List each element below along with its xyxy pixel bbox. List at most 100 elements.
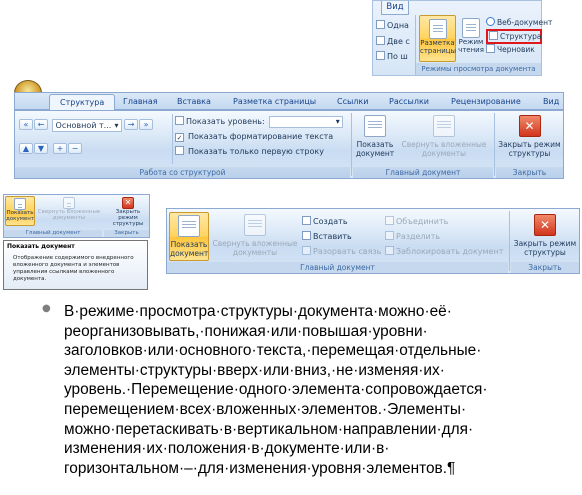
reading-button[interactable]: Режим чтения: [457, 15, 485, 62]
lock-document-button[interactable]: Заблокировать документ: [385, 244, 505, 259]
close-outline-button[interactable]: ✕ Закрыть режим структуры: [498, 115, 561, 158]
promote-to-heading-icon[interactable]: «: [19, 119, 33, 130]
zoom-item-one[interactable]: Одна: [376, 20, 416, 31]
paragraph-line: можно·перетаскивать·в·вертикальном·напра…: [64, 420, 474, 438]
tab-home[interactable]: Главная: [123, 97, 158, 106]
structure-button[interactable]: Структура: [486, 29, 542, 44]
divider: [172, 114, 173, 164]
structure-label: Структура: [500, 32, 542, 41]
tab-page-layout[interactable]: Разметка страницы: [233, 97, 316, 106]
split-button[interactable]: Разделить: [385, 229, 505, 244]
split-icon: [385, 231, 394, 240]
unlink-icon: [302, 246, 311, 255]
display-options: Показать уровень: ▾ ✓ Показать форматирова…: [175, 115, 347, 159]
merge-label: Объединить: [396, 217, 449, 226]
draft-label: Черновик: [497, 45, 535, 54]
move-up-icon[interactable]: ▲: [19, 143, 33, 154]
demote-to-body-icon[interactable]: »: [139, 119, 154, 130]
collapse-subdocuments-icon: [433, 115, 455, 137]
paragraph-line: горизонтальном·–·для·изменения·уровня·эл…: [64, 459, 456, 477]
split-label: Разделить: [396, 232, 441, 241]
insert-button[interactable]: Вставить: [302, 229, 384, 244]
outline-icon: [489, 31, 498, 40]
mini-show-document-button[interactable]: Показать документ: [5, 196, 35, 226]
collapse-subdocuments-button[interactable]: Свернуть вложенные документы: [397, 115, 491, 158]
show-level-icon: [175, 116, 184, 125]
level-value: Основной т...: [55, 121, 112, 130]
mini-ribbon: Показать документ Свернуть вложенные док…: [3, 194, 150, 238]
outline-tools-group-label: Работа со структурой: [15, 167, 350, 178]
tooltip: Показать документ Отображение содержимог…: [3, 240, 148, 290]
paragraph-line: уровень.·Перемещение·одного·элемента·соп…: [64, 381, 488, 399]
collapse-subdocuments-label: Свернуть вложенные документы: [401, 140, 487, 158]
globe-icon: [486, 17, 495, 26]
close-icon: ✕: [534, 214, 556, 236]
tab-view[interactable]: Вид: [543, 97, 559, 106]
close-outline-label: Закрыть режим структуры: [498, 140, 561, 158]
close-icon: ✕: [518, 115, 541, 137]
unlink-button[interactable]: Разорвать связь: [302, 244, 384, 259]
mini-close-button[interactable]: ✕ Закрыть режим структуры: [106, 196, 150, 227]
merge-button[interactable]: Объединить: [385, 214, 505, 229]
collapse-subdocuments-label: Свернуть вложенные документы: [212, 239, 298, 257]
zoom-item-two[interactable]: Две с: [376, 36, 416, 47]
show-document-label: Показать документ: [355, 140, 395, 158]
tab-insert[interactable]: Вставка: [177, 97, 211, 106]
promote-icon[interactable]: ←: [34, 119, 48, 130]
show-document-button[interactable]: Показать документ: [169, 212, 209, 261]
tab-references[interactable]: Ссылки: [337, 97, 368, 106]
chevron-down-icon: ▾: [335, 116, 340, 126]
outline-tools-group: «← Основной т... ▾ →» ▲ ▼ + − Показать урове…: [15, 111, 350, 178]
web-document-button[interactable]: Веб-документ: [486, 17, 552, 28]
demote-icon[interactable]: →: [124, 119, 139, 130]
master-document-group: Показать документ Свернуть вложенные док…: [353, 111, 493, 178]
paragraph-line: В·режиме·просмотра·структуры·документа·м…: [64, 303, 452, 320]
web-document-label: Веб-документ: [497, 18, 553, 27]
collapse-icon[interactable]: −: [68, 143, 82, 154]
mini-collapse-button[interactable]: Свернуть вложенные документы: [36, 196, 102, 221]
create-label: Создать: [313, 217, 348, 226]
paragraph-line: элементы·структуры·вверх·или·вниз,·не·из…: [64, 361, 445, 379]
show-level-dropdown[interactable]: ▾: [268, 115, 343, 128]
page-width-icon: [376, 51, 385, 60]
subdoc-commands-left: Создать Вставить Разорвать связь: [302, 214, 384, 259]
master-document-group-label: Главный документ: [353, 167, 493, 178]
chevron-down-icon: ▾: [114, 121, 119, 130]
view-modes-group-label: Режимы просмотра документа: [416, 63, 541, 75]
tab-review[interactable]: Рецензирование: [451, 97, 521, 106]
tab-view[interactable]: Вид: [381, 1, 409, 15]
show-document-icon: [364, 115, 386, 137]
tooltip-text: Отображение содержимого внедренного влож…: [13, 255, 134, 282]
move-down-icon[interactable]: ▼: [34, 143, 48, 154]
page-layout-button[interactable]: Разметка страницы: [419, 15, 456, 62]
show-level-label: Показать уровень:: [186, 117, 265, 126]
zoom-item-label: Одна: [387, 21, 409, 30]
close-group: ✕ Закрыть режим структуры Закрыть: [496, 111, 563, 178]
create-button[interactable]: Создать: [302, 214, 384, 229]
collapse-subdocuments-button[interactable]: Свернуть вложенные документы: [211, 212, 299, 257]
tab-mailings[interactable]: Рассылки: [389, 97, 429, 106]
outline-ribbon: Структура Главная Вставка Разметка стран…: [14, 92, 564, 179]
first-line-option[interactable]: Показать только первую строку: [175, 145, 347, 159]
tab-structure[interactable]: Структура: [49, 94, 116, 111]
zoom-item-width[interactable]: По ш: [376, 51, 416, 62]
page-layout-icon: [428, 19, 447, 39]
close-group-label: Закрыть: [496, 167, 563, 178]
show-format-option[interactable]: ✓ Показать форматирование текста: [175, 129, 347, 145]
draft-button[interactable]: Черновик: [486, 44, 542, 55]
insert-label: Вставить: [313, 232, 352, 241]
collapse-subdocuments-icon: [244, 214, 266, 236]
collapse-subdocuments-icon: [63, 197, 75, 212]
show-document-button[interactable]: Показать документ: [355, 115, 395, 158]
checkbox-checked-icon[interactable]: ✓: [175, 133, 184, 142]
master-document-group-label: Главный документ: [167, 262, 508, 273]
level-dropdown[interactable]: Основной т... ▾: [51, 119, 122, 132]
close-outline-button[interactable]: ✕ Закрыть режим структуры: [512, 212, 578, 257]
show-format-label: Показать форматирование текста: [188, 132, 334, 141]
body-paragraph: В·режиме·просмотра·структуры·документа·м…: [64, 302, 574, 478]
checkbox-icon[interactable]: [175, 146, 184, 155]
mini-group-label-close: Закрыть: [104, 230, 149, 237]
expand-icon[interactable]: +: [53, 143, 67, 154]
paragraph-line: изменения·их·положения·в·документе·или·в…: [64, 440, 390, 458]
show-level-row: Показать уровень: ▾: [175, 115, 347, 129]
